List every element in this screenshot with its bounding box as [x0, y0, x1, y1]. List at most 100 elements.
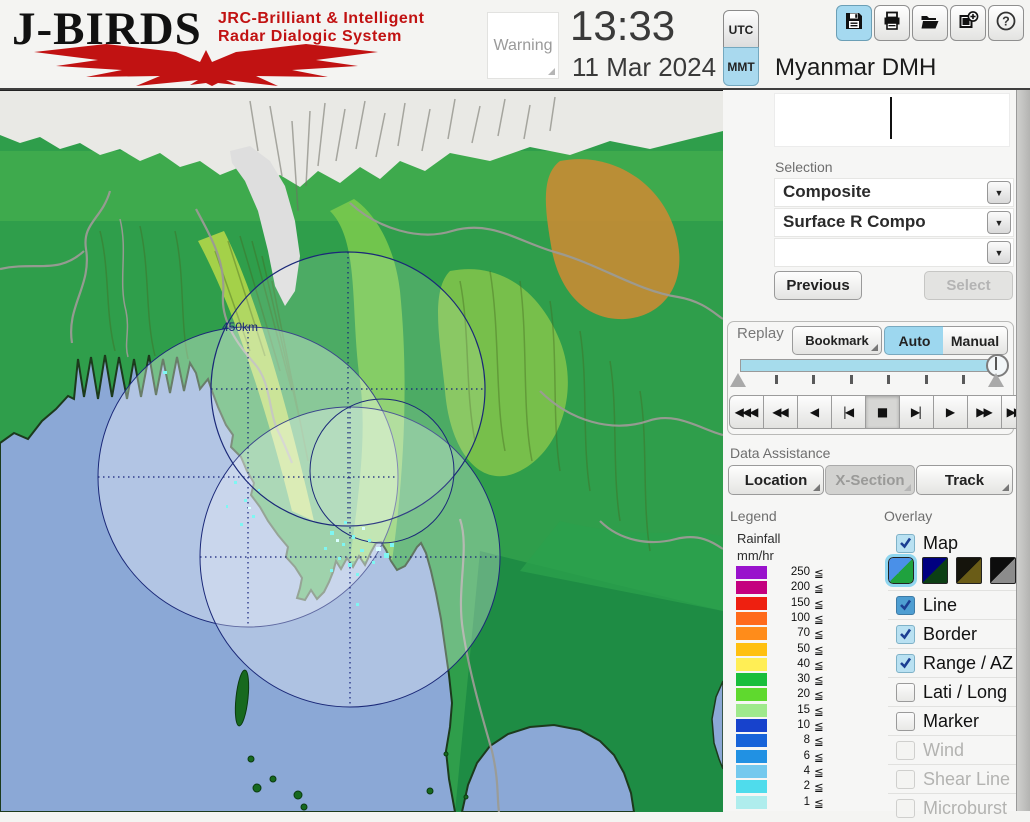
line-checkbox[interactable] [896, 595, 915, 615]
legend-value: 1 [803, 795, 810, 808]
replay-slider-track[interactable] [740, 359, 1004, 372]
data-assistance-label: X-Section [835, 471, 905, 489]
legend-lte-symbol: ≦ [814, 568, 824, 580]
bookmark-button[interactable]: Bookmark [792, 326, 882, 355]
legend-lte-symbol: ≦ [814, 797, 824, 810]
chevron-down-icon[interactable]: ▼ [987, 181, 1011, 204]
legend-value: 6 [803, 749, 810, 762]
toolbar: ? [836, 5, 1024, 41]
legend-value: 100 [790, 611, 810, 624]
legend-lte-symbol: ≦ [814, 675, 824, 688]
overlay-item-label: Range / AZ [923, 652, 1014, 673]
map-checkbox[interactable] [896, 533, 915, 553]
help-button[interactable]: ? [988, 5, 1024, 41]
data-assistance-label: Location [744, 471, 808, 489]
legend-lte-symbol: ≦ [814, 613, 824, 626]
overlay-row-lati-long: Lati / Long [888, 677, 1016, 706]
border-checkbox[interactable] [896, 624, 915, 644]
legend-value: 70 [797, 627, 810, 640]
legend-row: 1 ≦ [730, 795, 880, 810]
marker-checkbox[interactable] [896, 711, 915, 731]
location-button[interactable]: Location [728, 465, 824, 495]
legend-title: Rainfall [737, 531, 781, 546]
rewind-button[interactable]: ◀◀ [764, 395, 798, 429]
overlay-item-label: Map [923, 532, 959, 553]
overlay-row-wind: Wind [888, 735, 1016, 764]
map-style-swatch-4[interactable] [990, 556, 1016, 584]
selection-combo-product[interactable]: Surface R Compo ▼ [774, 208, 1014, 237]
legend-row: 20 ≦ [730, 688, 880, 702]
replay-range-end-marker[interactable] [988, 373, 1004, 387]
legend-row: 8 ≦ [730, 734, 880, 748]
step-forward-button[interactable]: ▶| [900, 395, 934, 429]
overlay-row-microburst: Microburst [888, 793, 1016, 822]
step-back-button[interactable]: |◀ [832, 395, 866, 429]
legend-row: 70 ≦ [730, 627, 880, 641]
open-folder-button[interactable] [912, 5, 948, 41]
timezone-utc-button[interactable]: UTC [723, 10, 759, 49]
legend-value: 15 [797, 703, 810, 716]
replay-manual-button[interactable]: Manual [943, 326, 1008, 355]
legend-color-swatch [736, 749, 767, 763]
play-reverse-button[interactable]: ◀ [798, 395, 832, 429]
svg-text:?: ? [1002, 14, 1010, 28]
timezone-mmt-button[interactable]: MMT [723, 47, 759, 86]
selection-combo-category[interactable]: Composite ▼ [774, 178, 1014, 207]
chevron-down-icon[interactable]: ▼ [987, 211, 1011, 234]
legend-color-swatch [736, 673, 767, 687]
previous-button[interactable]: Previous [774, 271, 862, 300]
overlay-item-label: Lati / Long [923, 681, 1008, 702]
map-style-swatch-1[interactable] [885, 553, 917, 587]
legend-color-swatch [736, 642, 767, 656]
print-button[interactable] [874, 5, 910, 41]
selection-combo-extra[interactable]: ▼ [774, 238, 1014, 267]
overlay-row-range-az: Range / AZ [888, 648, 1016, 677]
legend-lte-symbol: ≦ [814, 751, 824, 764]
legend-color-swatch [736, 795, 767, 809]
stop-button[interactable]: ■ [866, 395, 900, 429]
warning-button[interactable]: Warning [487, 12, 559, 79]
replay-auto-button[interactable]: Auto [884, 326, 945, 355]
app-logo-subtitle-1: JRC-Brilliant & Intelligent [218, 10, 425, 27]
bookmark-button-label: Bookmark [805, 333, 869, 348]
legend-row: 40 ≦ [730, 657, 880, 672]
legend-lte-symbol: ≦ [814, 598, 824, 611]
legend-unit: mm/hr [737, 548, 774, 563]
lati-long-checkbox[interactable] [896, 682, 915, 702]
legend-section-label: Legend [730, 508, 777, 524]
select-button[interactable]: Select [924, 271, 1013, 300]
chevron-down-icon[interactable]: ▼ [987, 241, 1011, 264]
overlay-item-label: Line [923, 594, 958, 615]
range-az-checkbox[interactable] [896, 653, 915, 673]
play-button[interactable]: ▶ [934, 395, 968, 429]
legend-value: 150 [790, 596, 810, 609]
eagle-logo-icon [34, 44, 378, 86]
add-image-button[interactable] [950, 5, 986, 41]
legend-row: 4 ≦ [730, 764, 880, 779]
x-section-button[interactable]: X-Section [825, 465, 915, 495]
radar-map[interactable]: 450km [0, 90, 723, 812]
legend-color-swatch [736, 596, 767, 610]
map-style-swatch-2[interactable] [922, 556, 948, 584]
replay-range-start-marker[interactable] [730, 373, 746, 387]
data-assistance-label: Track [944, 471, 985, 489]
clock-time: 13:33 [570, 2, 676, 49]
legend-row: 6 ≦ [730, 749, 880, 764]
legend-value: 2 [803, 780, 810, 793]
legend-lte-symbol: ≦ [814, 690, 824, 703]
forward-button[interactable]: ▶▶ [968, 395, 1002, 429]
overlay-item-label: Marker [923, 710, 980, 731]
legend-color-swatch [736, 566, 767, 579]
map-style-swatch-3[interactable] [956, 556, 982, 584]
rewind-fast-button[interactable]: ◀◀◀ [729, 395, 764, 429]
legend-value: 20 [797, 688, 810, 701]
track-button[interactable]: Track [916, 465, 1013, 495]
overlay-row-line: Line [888, 590, 1016, 619]
replay-tick [924, 375, 928, 384]
legend-lte-symbol: ≦ [814, 659, 824, 672]
save-button[interactable] [836, 5, 872, 41]
legend-color-swatch [736, 719, 767, 732]
panel-splitter[interactable] [1016, 0, 1030, 811]
legend-row: 150 ≦ [730, 596, 880, 611]
overlay-row-shear-line: Shear Line [888, 764, 1016, 793]
